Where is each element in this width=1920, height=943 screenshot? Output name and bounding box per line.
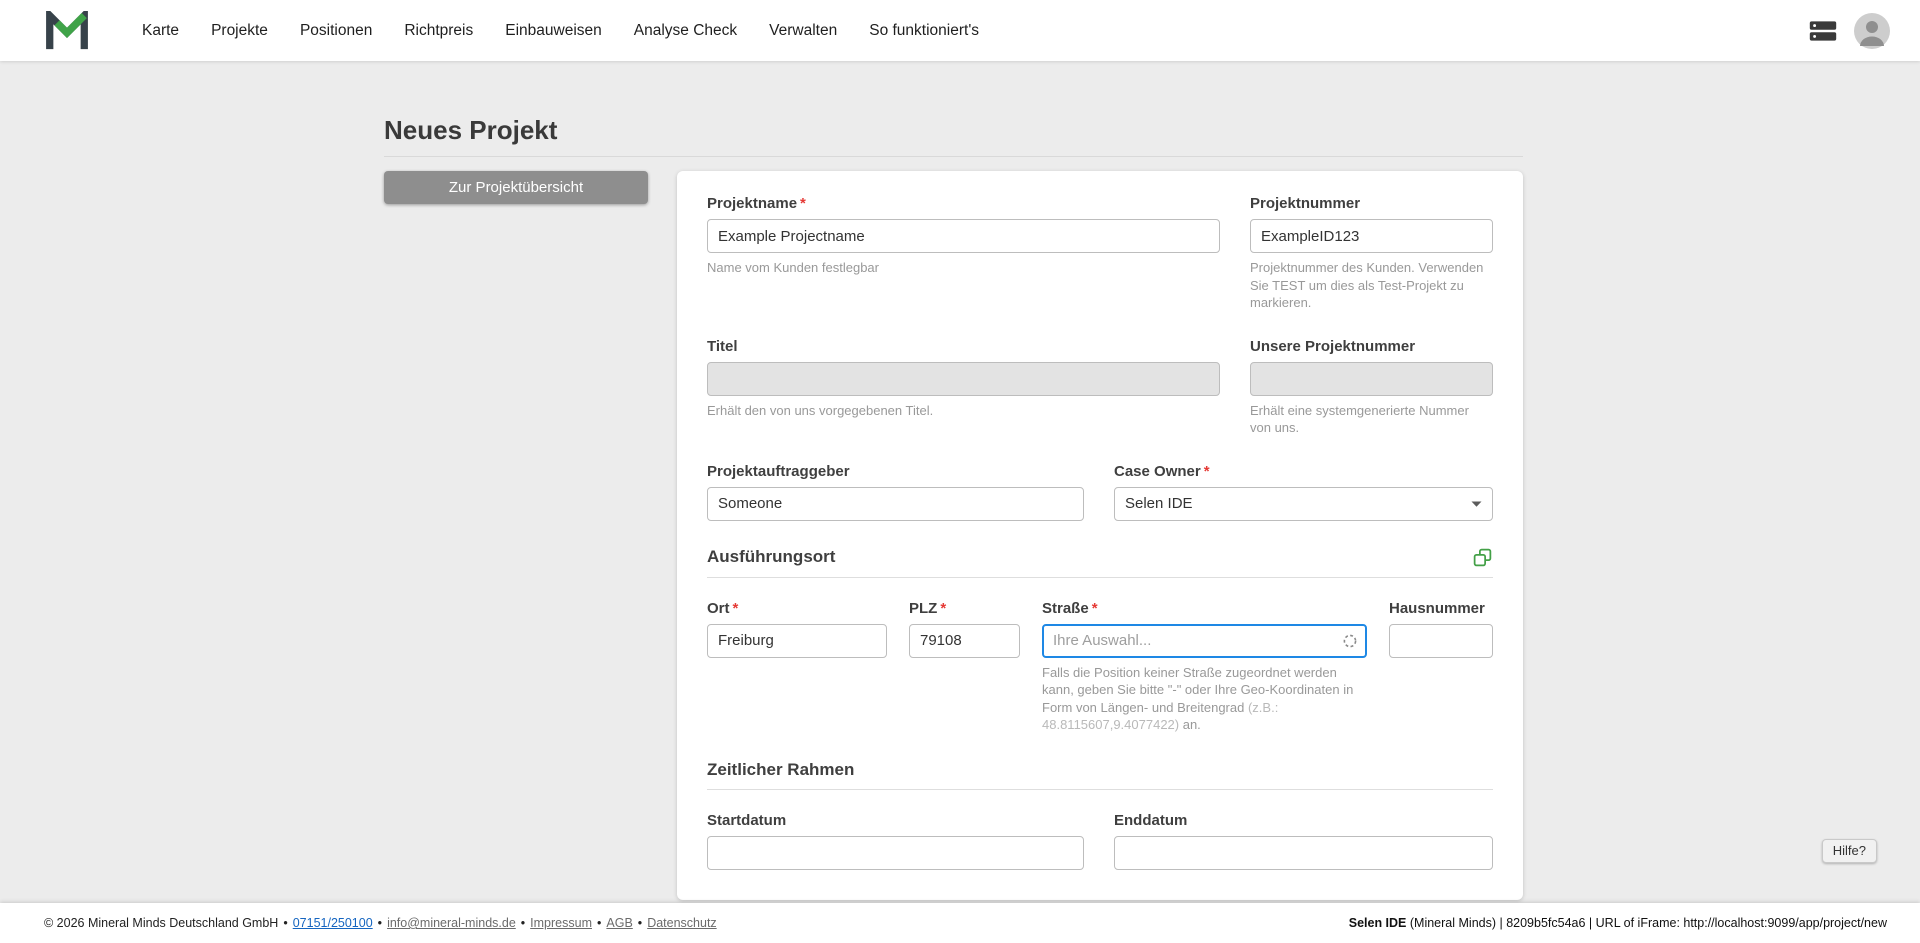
- nav-item-so-funktionierts[interactable]: So funktioniert's: [869, 22, 979, 40]
- plz-field: PLZ*: [909, 600, 1020, 734]
- page-title: Neues Projekt: [384, 115, 1523, 146]
- hausnummer-input[interactable]: [1389, 624, 1493, 658]
- plz-input[interactable]: [909, 624, 1020, 658]
- main-nav: Karte Projekte Positionen Richtpreis Ein…: [142, 22, 979, 40]
- project-form-card: Projektname* Name vom Kunden festlegbar …: [677, 171, 1523, 900]
- nav-item-karte[interactable]: Karte: [142, 22, 179, 40]
- nav-item-projekte[interactable]: Projekte: [211, 22, 268, 40]
- session-user: Selen IDE: [1349, 916, 1407, 930]
- unsere-projektnummer-label: Unsere Projektnummer: [1250, 338, 1493, 355]
- ort-input[interactable]: [707, 624, 887, 658]
- unsere-projektnummer-field: Unsere Projektnummer Erhält eine systemg…: [1250, 338, 1493, 437]
- unsere-projektnummer-input: [1250, 362, 1493, 396]
- title-divider: [384, 156, 1523, 157]
- required-asterisk: *: [940, 600, 946, 617]
- unsere-projektnummer-helper: Erhält eine systemgenerierte Nummer von …: [1250, 402, 1493, 437]
- projektauftraggeber-field: Projektauftraggeber: [707, 463, 1084, 521]
- mineral-minds-logo-icon: [44, 11, 90, 51]
- enddatum-label: Enddatum: [1114, 812, 1493, 829]
- startdatum-field: Startdatum: [707, 812, 1084, 870]
- nav-item-einbauweisen[interactable]: Einbauweisen: [505, 22, 602, 40]
- required-asterisk: *: [800, 195, 806, 212]
- mineral-minds-logo[interactable]: [44, 11, 90, 51]
- required-asterisk: *: [1092, 600, 1098, 617]
- case-owner-select[interactable]: Selen IDE: [1114, 487, 1493, 521]
- titel-helper: Erhält den von uns vorgegebenen Titel.: [707, 402, 1220, 420]
- copyright-text: © 2026 Mineral Minds Deutschland GmbH: [44, 916, 278, 930]
- projektnummer-helper: Projektnummer des Kunden. Verwenden Sie …: [1250, 259, 1493, 312]
- copy-icon[interactable]: [1472, 547, 1493, 568]
- strasse-helper: Falls die Position keiner Straße zugeord…: [1042, 664, 1367, 734]
- footer-left: © 2026 Mineral Minds Deutschland GmbH • …: [44, 916, 717, 930]
- startdatum-label: Startdatum: [707, 812, 1084, 829]
- footer-agb-link[interactable]: AGB: [606, 916, 632, 930]
- session-info: Selen IDE (Mineral Minds) | 8209b5fc54a6…: [1349, 916, 1887, 930]
- session-details: (Mineral Minds) | 8209b5fc54a6 | URL of …: [1406, 916, 1887, 930]
- ort-field: Ort*: [707, 600, 887, 734]
- hausnummer-field: Hausnummer: [1389, 600, 1493, 734]
- section-zeitlicher-rahmen-title: Zeitlicher Rahmen: [707, 760, 854, 780]
- section-zeitlicher-rahmen: Zeitlicher Rahmen: [707, 760, 1493, 790]
- section-ausfuehrungsort: Ausführungsort: [707, 547, 1493, 578]
- strasse-field: Straße* Falls die Position keiner Straße…: [1042, 600, 1367, 734]
- projektname-label: Projektname*: [707, 195, 1220, 212]
- footer: © 2026 Mineral Minds Deutschland GmbH • …: [0, 903, 1920, 943]
- ort-label: Ort*: [707, 600, 887, 617]
- help-button[interactable]: Hilfe?: [1822, 839, 1877, 863]
- required-asterisk: *: [733, 600, 739, 617]
- footer-email-link[interactable]: info@mineral-minds.de: [387, 916, 516, 930]
- nav-item-analyse-check[interactable]: Analyse Check: [634, 22, 737, 40]
- user-avatar[interactable]: [1854, 13, 1890, 49]
- case-owner-field: Case Owner* Selen IDE: [1114, 463, 1493, 521]
- back-to-projects-button[interactable]: Zur Projektübersicht: [384, 171, 648, 204]
- enddatum-field: Enddatum: [1114, 812, 1493, 870]
- projektauftraggeber-label: Projektauftraggeber: [707, 463, 1084, 480]
- projektnummer-label: Projektnummer: [1250, 195, 1493, 212]
- titel-label: Titel: [707, 338, 1220, 355]
- startdatum-input[interactable]: [707, 836, 1084, 870]
- server-icon[interactable]: [1808, 19, 1838, 43]
- footer-impressum-link[interactable]: Impressum: [530, 916, 592, 930]
- hausnummer-label: Hausnummer: [1389, 600, 1493, 617]
- main-content: Neues Projekt Zur Projektübersicht Proje…: [0, 61, 1920, 943]
- plz-label: PLZ*: [909, 600, 1020, 617]
- top-navbar: Karte Projekte Positionen Richtpreis Ein…: [0, 0, 1920, 61]
- left-column: Zur Projektübersicht: [384, 171, 648, 204]
- case-owner-selected-value: Selen IDE: [1125, 495, 1193, 512]
- projektname-input[interactable]: [707, 219, 1220, 253]
- enddatum-input[interactable]: [1114, 836, 1493, 870]
- titel-input: [707, 362, 1220, 396]
- nav-item-richtpreis[interactable]: Richtpreis: [404, 22, 473, 40]
- required-asterisk: *: [1204, 463, 1210, 480]
- footer-datenschutz-link[interactable]: Datenschutz: [647, 916, 716, 930]
- titel-field: Titel Erhält den von uns vorgegebenen Ti…: [707, 338, 1220, 437]
- chevron-down-icon: [1471, 501, 1482, 507]
- nav-item-verwalten[interactable]: Verwalten: [769, 22, 837, 40]
- projektname-field: Projektname* Name vom Kunden festlegbar: [707, 195, 1220, 312]
- projektnummer-field: Projektnummer Projektnummer des Kunden. …: [1250, 195, 1493, 312]
- case-owner-label: Case Owner*: [1114, 463, 1493, 480]
- navbar-right: [1808, 13, 1890, 49]
- nav-item-positionen[interactable]: Positionen: [300, 22, 372, 40]
- section-ausfuehrungsort-title: Ausführungsort: [707, 547, 835, 567]
- projektname-helper: Name vom Kunden festlegbar: [707, 259, 1220, 277]
- loading-spinner-icon: [1342, 633, 1358, 649]
- strasse-label: Straße*: [1042, 600, 1367, 617]
- projektauftraggeber-input[interactable]: [707, 487, 1084, 521]
- footer-phone-link[interactable]: 07151/250100: [293, 916, 373, 930]
- projektnummer-input[interactable]: [1250, 219, 1493, 253]
- strasse-input[interactable]: [1042, 624, 1367, 658]
